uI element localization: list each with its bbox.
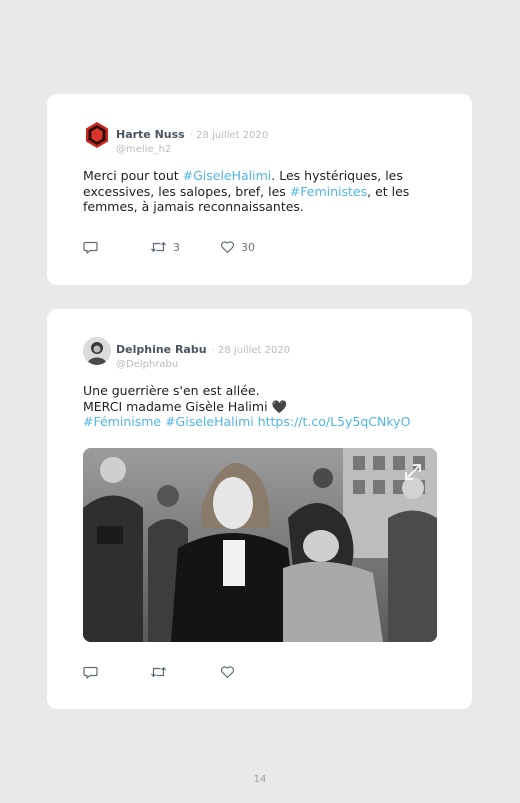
reply-button[interactable]: [83, 240, 98, 254]
hashtags-link[interactable]: #Féminisme #GiseleHalimi https://t.co/L5…: [83, 414, 442, 430]
hexagon-logo-icon: [86, 122, 108, 148]
avatar[interactable]: [83, 337, 111, 365]
heart-icon: [220, 666, 235, 679]
expand-button[interactable]: [401, 460, 425, 488]
tweet-card: Delphine Rabu · 28 juillet 2020 @Delphra…: [47, 309, 472, 709]
retweet-count: 3: [173, 240, 180, 254]
profile-photo: [83, 337, 111, 365]
black-heart-icon: 🖤: [271, 398, 288, 414]
tweet-date[interactable]: · 28 juillet 2020: [190, 130, 268, 141]
press-photo: [83, 448, 437, 642]
hashtag-link[interactable]: #GiseleHalimi: [183, 168, 272, 183]
retweet-button[interactable]: 3: [150, 240, 180, 254]
text-line: Une guerrière s'en est allée.: [83, 383, 260, 398]
reply-button[interactable]: [83, 665, 98, 679]
author-name[interactable]: Harte Nuss: [116, 128, 185, 141]
tweet-date[interactable]: · 28 juillet 2020: [212, 345, 290, 356]
author-handle[interactable]: @Delphrabu: [116, 359, 290, 370]
text-segment: MERCI madame Gisèle Halimi: [83, 398, 272, 414]
text-segment: Merci pour tout: [83, 168, 183, 183]
tweet-card: Harte Nuss · 28 juillet 2020 @melie_h2 M…: [47, 94, 472, 285]
author-handle[interactable]: @melie_h2: [116, 144, 268, 155]
tweet-photo[interactable]: [83, 448, 437, 642]
author-name[interactable]: Delphine Rabu: [116, 343, 207, 356]
like-button[interactable]: 30: [220, 240, 255, 254]
retweet-icon: [151, 666, 166, 678]
retweet-icon: [151, 241, 166, 253]
heart-icon: [220, 241, 235, 254]
reply-icon: [83, 666, 98, 679]
avatar[interactable]: [83, 121, 111, 149]
expand-icon: [405, 464, 421, 480]
tweet-text: Merci pour tout #GiseleHalimi. Les hysté…: [83, 168, 442, 215]
retweet-button[interactable]: [150, 665, 167, 679]
like-count: 30: [241, 240, 255, 254]
text-line: MERCI madame Gisèle Halimi 🖤: [83, 399, 442, 415]
hashtag-link[interactable]: #Feministes: [290, 184, 367, 199]
page-number: 14: [253, 774, 267, 785]
like-button[interactable]: [220, 665, 235, 679]
tweet-text: Une guerrière s'en est allée. MERCI mada…: [83, 383, 442, 430]
reply-icon: [83, 241, 98, 254]
